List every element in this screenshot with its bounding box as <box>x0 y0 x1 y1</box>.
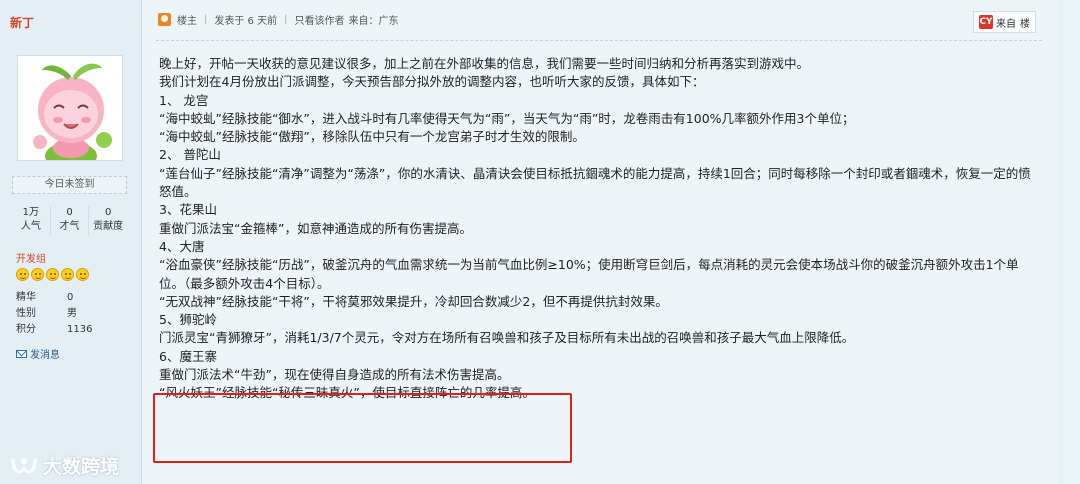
highlight-box <box>153 393 572 463</box>
section-heading: 5、狮驼岭 <box>159 312 217 328</box>
from-label: 来自 <box>996 18 1016 30</box>
post-source: 来自：广东 <box>348 16 399 27</box>
send-message-label: 发消息 <box>30 350 60 361</box>
rank-star-icon <box>61 268 74 281</box>
info-key: 积分 <box>16 324 36 335</box>
stat-value: 0 <box>66 207 73 218</box>
post-line: “浴血豪侠”经脉技能“历战”，破釜沉舟的气血需求统一为当前气血比例≥10%；使用… <box>159 257 1019 291</box>
stat-value: 1万 <box>22 207 40 218</box>
section-heading: 1、 龙宫 <box>159 92 209 108</box>
user-group[interactable]: 开发组 <box>16 250 46 265</box>
avatar[interactable] <box>17 55 123 161</box>
user-stats: 1万 人气 0 才气 0 贡献度 <box>12 206 127 235</box>
post-time: 发表于 6 天前 <box>214 16 278 27</box>
info-value: 0 <box>67 292 74 303</box>
post-body: 晚上好，开帖一天收获的意见建议很多，加上之前在外部收集的信息，我们需要一些时间归… <box>159 55 1043 403</box>
user-info-table: 精华 0 性别 男 积分 1136 <box>16 290 92 338</box>
post-line: 晚上好，开帖一天收获的意见建议很多，加上之前在外部收集的信息，我们需要一些时间归… <box>159 56 810 71</box>
floor-label: 楼 <box>1020 18 1030 30</box>
watermark: 大数跨境 <box>10 452 119 479</box>
stat-popularity: 1万 人气 <box>12 206 51 235</box>
header-divider <box>156 40 1042 41</box>
owner-tag: 楼主 <box>177 16 197 27</box>
stat-label: 贡献度 <box>93 221 124 232</box>
owner-icon <box>158 13 171 26</box>
stat-value: 0 <box>104 207 112 218</box>
post-line: “海中蛟虬”经脉技能“傲翔”，移除队伍中只有一个龙宫弟子时才生效的限制。 <box>159 129 585 145</box>
cy-logo-icon: CY <box>979 15 993 29</box>
from-button[interactable]: CY 来自 楼 <box>973 11 1036 33</box>
stat-label: 才气 <box>59 221 80 232</box>
separator: | <box>284 14 288 25</box>
post-line: 门派灵宝“青狮獠牙”，消耗1/3/7个灵元，令对方在场所有召唤兽和孩子及目标所有… <box>159 330 855 346</box>
info-row: 积分 1136 <box>16 322 92 338</box>
info-key: 性别 <box>16 308 36 319</box>
stat-label: 人气 <box>20 221 41 232</box>
section-heading: 6、魔王寨 <box>159 348 217 364</box>
rank-star-icon <box>76 268 89 281</box>
post-line: 我们计划在4月份放出门派调整，今天预告部分拟外放的调整内容，也听听大家的反馈，具… <box>159 74 705 90</box>
mail-icon <box>16 349 27 358</box>
rank-star-icon <box>16 268 29 281</box>
info-value: 1136 <box>67 324 93 335</box>
post-line: 重做门派法术“牛劲”，现在使得自身造成的所有法术伤害提高。 <box>159 367 510 383</box>
watermark-text: 大数跨境 <box>43 456 120 478</box>
rank-star-icon <box>46 268 59 281</box>
info-key: 精华 <box>16 292 36 303</box>
post-line: “无双战神”经脉技能“干将”，干将莫邪效果提升，冷却回合数减少2，但不再提供抗封… <box>159 293 668 309</box>
post-line: 重做门派法宝“金箍棒”，如意神通造成的所有伤害提高。 <box>159 220 472 236</box>
user-rank-stars <box>16 268 89 281</box>
user-profile-panel: 新丁 今日未签到 1万 人气 0 才气 0 贡献度 开发组 精华 0 性别 男 … <box>0 0 142 484</box>
section-heading: 2、 普陀山 <box>159 147 221 163</box>
separator: | <box>204 14 208 25</box>
rank-star-icon <box>31 268 44 281</box>
send-message-link[interactable]: 发消息 <box>16 346 60 361</box>
info-row: 精华 0 <box>16 290 92 306</box>
stat-contribution: 0 贡献度 <box>89 206 127 235</box>
info-row: 性别 男 <box>16 306 92 322</box>
section-heading: 3、花果山 <box>159 202 217 218</box>
username[interactable]: 新丁 <box>10 14 34 31</box>
post-header: 楼主 | 发表于 6 天前 | 只看该作者 来自：广东 <box>158 12 398 27</box>
post-line: “莲台仙子”经脉技能“清净”调整为“荡涤”，你的水清诀、晶清诀会使目标抵抗錮魂术… <box>159 165 1031 200</box>
watermark-logo-icon <box>11 457 37 473</box>
only-author-link[interactable]: 只看该作者 <box>294 12 344 27</box>
info-value: 男 <box>67 308 77 319</box>
post-line: “海中蛟虬”经脉技能“御水”，进入战斗时有几率使得天气为“雨”，当天气为“雨”时… <box>159 110 855 126</box>
section-heading: 4、大唐 <box>159 238 205 254</box>
stat-talent: 0 才气 <box>51 206 90 235</box>
signin-status[interactable]: 今日未签到 <box>12 176 127 194</box>
avatar-image <box>18 56 122 160</box>
